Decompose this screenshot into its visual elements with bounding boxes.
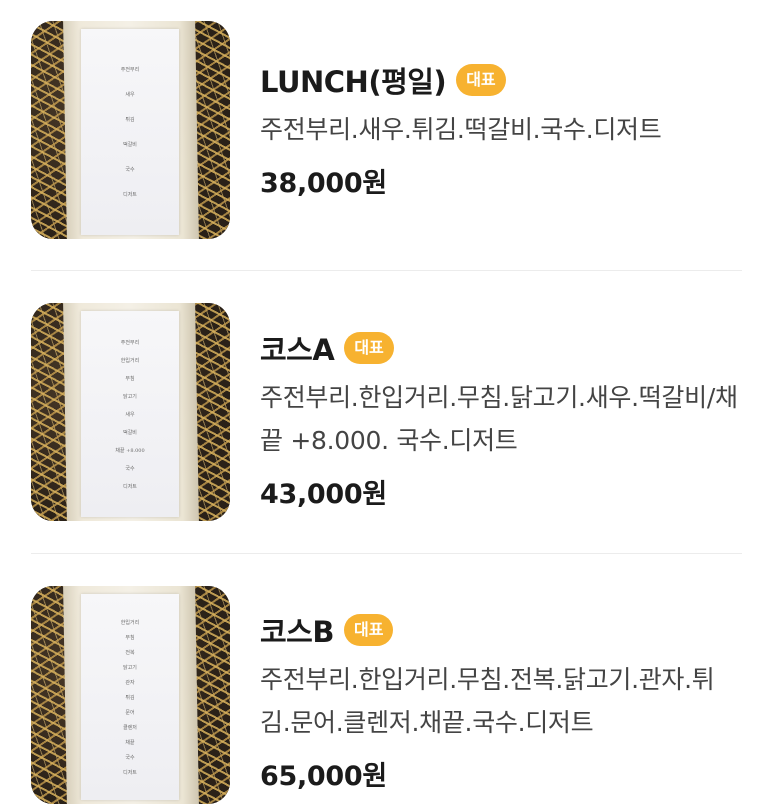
menu-card-line: 채끝 +8.000 <box>115 447 145 454</box>
menu-card-line: 문어 <box>125 709 135 716</box>
menu-item-info: 코스B 대표 주전부리.한입거리.무침.전복.닭고기.관자.튀김.문어.클렌저.… <box>260 612 753 793</box>
menu-item-description: 주전부리.한입거리.무침.전복.닭고기.관자.튀김.문어.클렌저.채끝.국수.디… <box>260 665 715 737</box>
menu-card: 주전부리 한입거리 무침 닭고기 새우 떡갈비 채끝 +8.000 국수 디저트 <box>81 311 179 517</box>
menu-item-image[interactable]: 주전부리 새우 튀김 떡갈비 국수 디저트 <box>31 21 230 239</box>
menu-item-title: LUNCH(평일) <box>260 65 447 99</box>
menu-item-title-row: 코스B 대표 <box>260 612 753 649</box>
menu-card-line: 무침 <box>125 375 135 382</box>
menu-card-line: 관자 <box>125 679 135 686</box>
menu-card-line: 새우 <box>125 411 135 418</box>
menu-item-description: 주전부리.한입거리.무침.닭고기.새우.떡갈비/채끝 +8.000. 국수.디저… <box>260 383 738 455</box>
menu-card-line: 전복 <box>125 649 135 656</box>
menu-card-line: 튀김 <box>125 694 135 701</box>
signature-badge: 대표 <box>343 614 394 646</box>
menu-card: 한입거리 무침 전복 닭고기 관자 튀김 문어 클렌저 채끝 국수 디저트 <box>81 594 179 800</box>
signature-badge: 대표 <box>344 332 394 364</box>
menu-card-line: 떡갈비 <box>123 429 137 436</box>
menu-item-price: 38,000원 <box>260 168 387 199</box>
menu-item-title-row: 코스A 대표 <box>260 330 753 367</box>
menu-card-line: 무침 <box>125 634 135 641</box>
menu-item-image[interactable]: 한입거리 무침 전복 닭고기 관자 튀김 문어 클렌저 채끝 국수 디저트 <box>31 586 230 804</box>
menu-card-line: 떡갈비 <box>123 142 137 148</box>
menu-card-line: 튀김 <box>125 117 135 123</box>
menu-card-line: 국수 <box>125 167 135 173</box>
menu-card-line: 새우 <box>125 92 135 98</box>
menu-item-info: 코스A 대표 주전부리.한입거리.무침.닭고기.새우.떡갈비/채끝 +8.000… <box>260 330 753 511</box>
divider <box>31 270 742 271</box>
menu-card-line: 한입거리 <box>120 357 140 364</box>
menu-item-title: 코스B <box>260 615 334 649</box>
menu-item-price: 43,000원 <box>260 479 387 510</box>
menu-item-image[interactable]: 주전부리 한입거리 무침 닭고기 새우 떡갈비 채끝 +8.000 국수 디저트 <box>31 303 230 521</box>
menu-item-info: LUNCH(평일) 대표 주전부리.새우.튀김.떡갈비.국수.디저트 38,00… <box>260 62 753 200</box>
menu-card-line: 디저트 <box>123 192 137 198</box>
menu-list: 주전부리 새우 튀김 떡갈비 국수 디저트 LUNCH(평일) 대표 주전부리.… <box>0 0 773 808</box>
divider <box>31 553 742 554</box>
menu-card-line: 국수 <box>125 465 135 472</box>
menu-item-title-row: LUNCH(평일) 대표 <box>260 62 753 99</box>
menu-card-line: 클렌저 <box>123 724 137 731</box>
menu-card-line: 주전부리 <box>120 67 140 73</box>
menu-card-line: 채끝 <box>125 739 135 746</box>
signature-badge: 대표 <box>456 64 506 96</box>
menu-card-line: 디저트 <box>123 769 137 776</box>
menu-item-price: 65,000원 <box>260 761 387 792</box>
menu-card-line: 한입거리 <box>120 619 140 626</box>
menu-card-line: 닭고기 <box>123 664 137 671</box>
menu-card-line: 닭고기 <box>123 393 137 400</box>
menu-item-description: 주전부리.새우.튀김.떡갈비.국수.디저트 <box>260 115 662 144</box>
menu-card: 주전부리 새우 튀김 떡갈비 국수 디저트 <box>81 29 179 235</box>
menu-card-line: 주전부리 <box>120 339 140 346</box>
menu-card-line: 국수 <box>125 754 135 761</box>
menu-card-line: 디저트 <box>123 483 137 490</box>
menu-item-title: 코스A <box>260 333 335 367</box>
